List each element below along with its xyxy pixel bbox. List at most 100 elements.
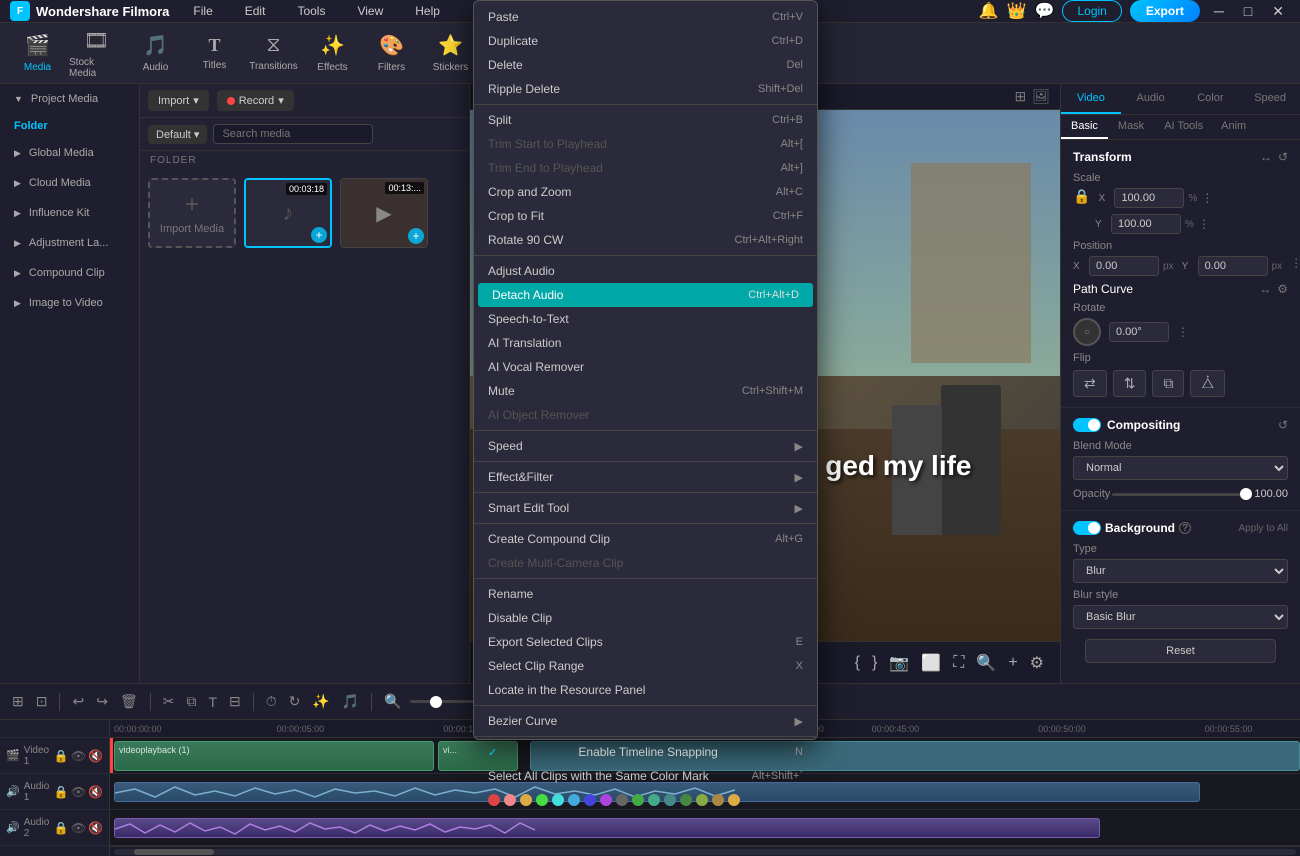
default-button[interactable]: Default ▾ xyxy=(148,125,207,144)
tab-audio[interactable]: Audio xyxy=(1121,84,1181,114)
sidebar-item-folder[interactable]: Folder xyxy=(0,114,139,138)
toolbar-audio[interactable]: 🎵 Audio xyxy=(128,23,183,83)
flip-copy-button[interactable]: ⧉ xyxy=(1152,370,1184,397)
login-button[interactable]: Login xyxy=(1062,0,1121,22)
settings-icon[interactable]: ⚙ xyxy=(1026,651,1048,675)
ctx-speech-to-text[interactable]: Speech-to-Text xyxy=(474,307,817,331)
path-curve-expand-icon[interactable]: ↔ xyxy=(1259,282,1271,296)
tab-color[interactable]: Color xyxy=(1181,84,1241,114)
import-media-placeholder[interactable]: + Import Media xyxy=(148,178,236,248)
pos-y-input[interactable] xyxy=(1198,256,1268,276)
media-thumb-0[interactable]: ♪ 00:03:18 + xyxy=(244,178,332,248)
path-curve-settings-icon[interactable]: ⚙ xyxy=(1277,282,1288,296)
sidebar-item-influence-kit[interactable]: ▶ Influence Kit xyxy=(4,199,135,227)
flip-horizontal-button[interactable]: ⇄ xyxy=(1073,370,1107,397)
sidebar-item-image-to-video[interactable]: ▶ Image to Video xyxy=(4,289,135,317)
track-eye-icon[interactable]: 👁 xyxy=(71,749,86,763)
audio2-eye-icon[interactable]: 👁 xyxy=(71,821,86,835)
tl-speed-icon[interactable]: ⏱ xyxy=(262,691,281,712)
toolbar-titles[interactable]: T Titles xyxy=(187,23,242,83)
ctx-paste[interactable]: Paste Ctrl+V xyxy=(474,5,817,29)
background-toggle[interactable] xyxy=(1073,521,1101,535)
audio2-lock-icon[interactable]: 🔒 xyxy=(54,821,69,835)
tl-effect-icon[interactable]: ✨ xyxy=(308,691,333,712)
toolbar-media[interactable]: 🎬 Media xyxy=(10,23,65,83)
grid-view-icon[interactable]: ⊞ xyxy=(1014,88,1026,105)
ctx-smart-edit-tool[interactable]: Smart Edit Tool ▶ xyxy=(474,496,817,520)
ctx-ripple-delete[interactable]: Ripple Delete Shift+Del xyxy=(474,77,817,101)
ctx-duplicate[interactable]: Duplicate Ctrl+D xyxy=(474,29,817,53)
scroll-track[interactable] xyxy=(114,849,1296,855)
rotate-adjust-icon[interactable]: ⋮ xyxy=(1177,325,1189,339)
zoom-in-icon[interactable]: + xyxy=(1004,652,1021,674)
scale-y-adjust-icon[interactable]: ⋮ xyxy=(1198,217,1210,231)
fullscreen-icon[interactable]: ⛶ xyxy=(949,652,968,674)
transform-reset-icon[interactable]: ↺ xyxy=(1278,150,1288,164)
scale-y-input[interactable] xyxy=(1111,214,1181,234)
flip-paste-button[interactable]: ⧊ xyxy=(1190,370,1225,397)
ctx-ai-vocal-remover[interactable]: AI Vocal Remover xyxy=(474,355,817,379)
track-lock-icon[interactable]: 🔒 xyxy=(54,749,69,763)
audio1-mute-icon[interactable]: 🔇 xyxy=(88,785,103,799)
ctx-split[interactable]: Split Ctrl+B xyxy=(474,108,817,132)
tl-split-icon[interactable]: ⊟ xyxy=(225,691,245,712)
maximize-button[interactable]: □ xyxy=(1238,3,1258,19)
tl-zoom-out-icon[interactable]: 🔍 xyxy=(380,691,405,712)
audio2-clip[interactable] xyxy=(114,818,1100,838)
tl-add-track-icon[interactable]: ⊞ xyxy=(8,691,28,712)
screenshot-icon[interactable]: ⬜ xyxy=(917,651,945,675)
audio1-lock-icon[interactable]: 🔒 xyxy=(54,785,69,799)
apply-all-button[interactable]: Apply to All xyxy=(1239,523,1288,534)
opacity-slider[interactable] xyxy=(1112,493,1252,496)
ctx-speed[interactable]: Speed ▶ xyxy=(474,434,817,458)
search-input[interactable] xyxy=(213,124,373,144)
scroll-thumb[interactable] xyxy=(134,849,214,855)
rotate-dial[interactable]: ○ xyxy=(1073,318,1101,346)
scale-x-input[interactable] xyxy=(1114,188,1184,208)
bracket-left-icon[interactable]: { xyxy=(851,652,864,674)
tl-snap-icon[interactable]: ⊡ xyxy=(32,691,52,712)
ctx-disable-clip[interactable]: Disable Clip xyxy=(474,606,817,630)
sub-tab-basic[interactable]: Basic xyxy=(1061,115,1108,139)
menu-help[interactable]: Help xyxy=(407,0,448,22)
import-button[interactable]: Import ▾ xyxy=(148,90,209,111)
ctx-rename[interactable]: Rename xyxy=(474,582,817,606)
tl-copy-icon[interactable]: ⧉ xyxy=(182,691,200,712)
toolbar-effects[interactable]: ✨ Effects xyxy=(305,23,360,83)
crown-icon[interactable]: 👑 xyxy=(1007,1,1027,21)
sidebar-item-compound-clip[interactable]: ▶ Compound Clip xyxy=(4,259,135,287)
track-mute-icon[interactable]: 🔇 xyxy=(88,749,103,763)
rotate-input[interactable] xyxy=(1109,322,1169,342)
blur-style-select[interactable]: Basic Blur xyxy=(1073,605,1288,629)
compositing-toggle[interactable] xyxy=(1073,418,1101,432)
sidebar-item-global-media[interactable]: ▶ Global Media xyxy=(4,139,135,167)
tl-delete-icon[interactable]: 🗑 xyxy=(116,691,142,712)
export-button[interactable]: Export xyxy=(1130,0,1200,22)
ctx-ai-translation[interactable]: AI Translation xyxy=(474,331,817,355)
tab-video[interactable]: Video xyxy=(1061,84,1121,114)
tl-undo-icon[interactable]: ↩ xyxy=(68,691,88,712)
tl-audio-icon[interactable]: 🎵 xyxy=(338,691,363,712)
scale-x-adjust-icon[interactable]: ⋮ xyxy=(1201,191,1213,205)
record-button[interactable]: Record ▾ xyxy=(217,90,294,111)
bracket-right-icon[interactable]: } xyxy=(868,652,881,674)
sub-tab-ai-tools[interactable]: AI Tools xyxy=(1154,115,1213,139)
blend-mode-select[interactable]: NormalMultiplyScreenOverlay xyxy=(1073,456,1288,480)
menu-view[interactable]: View xyxy=(349,0,391,22)
tl-text-icon[interactable]: T xyxy=(204,692,221,712)
transform-expand-icon[interactable]: ↔ xyxy=(1260,150,1272,164)
ctx-effect-filter[interactable]: Effect&Filter ▶ xyxy=(474,465,817,489)
sidebar-item-adjustment-layer[interactable]: ▶ Adjustment La... xyxy=(4,229,135,257)
compositing-reset-icon[interactable]: ↺ xyxy=(1278,418,1288,432)
sub-tab-anim[interactable]: Anim xyxy=(1213,115,1254,139)
pos-x-input[interactable] xyxy=(1089,256,1159,276)
tab-speed[interactable]: Speed xyxy=(1240,84,1300,114)
ctx-rotate[interactable]: Rotate 90 CW Ctrl+Alt+Right xyxy=(474,228,817,252)
audio2-mute-icon[interactable]: 🔇 xyxy=(88,821,103,835)
ctx-export-selected[interactable]: Export Selected Clips E xyxy=(474,630,817,654)
sidebar-item-project-media[interactable]: ▼ Project Media xyxy=(4,85,135,113)
menu-tools[interactable]: Tools xyxy=(289,0,333,22)
thumb-add-icon-0[interactable]: + xyxy=(311,227,327,243)
support-icon[interactable]: 💬 xyxy=(1035,1,1055,21)
ctx-adjust-audio[interactable]: Adjust Audio xyxy=(474,259,817,283)
